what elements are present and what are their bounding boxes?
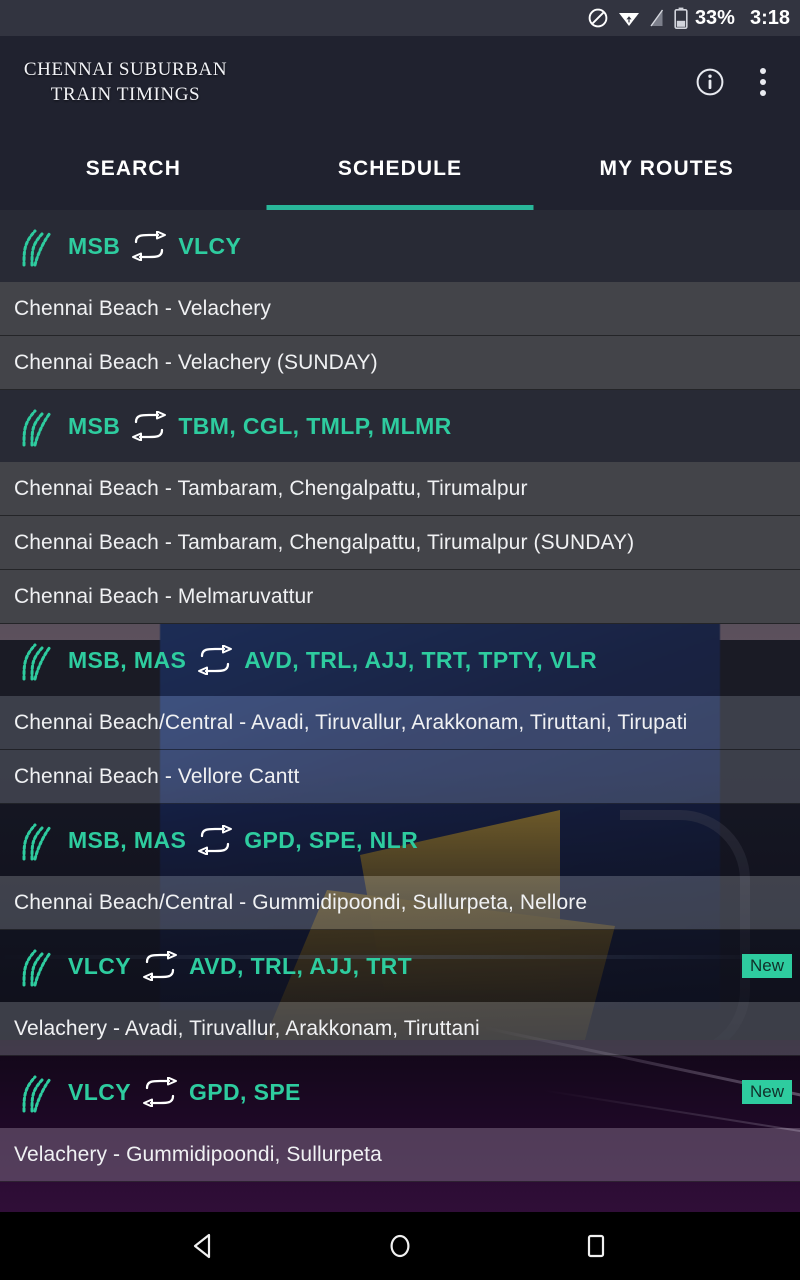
info-icon[interactable] [694, 66, 726, 98]
schedule-list: MSB VLCY Chennai Beach - Velachery Chenn… [0, 210, 800, 1182]
swap-direction-icon [140, 1076, 180, 1108]
app-title: CHENNAI SUBURBAN TRAIN TIMINGS [23, 59, 228, 105]
swap-direction-icon [129, 230, 169, 262]
status-bar-clock: 3:18 [749, 7, 790, 29]
railway-track-icon [16, 1071, 56, 1113]
route-row[interactable]: Velachery - Gummidipoondi, Sullurpeta [0, 1128, 800, 1182]
route-row[interactable]: Chennai Beach - Melmaruvattur [0, 570, 800, 624]
swap-direction-icon [195, 824, 235, 856]
signal-off-icon [649, 8, 665, 28]
railway-track-icon [16, 225, 56, 267]
app-bar-actions [694, 62, 800, 102]
android-navigation-bar [0, 1212, 800, 1280]
group-to: AVD, TRL, AJJ, TRT [188, 952, 413, 979]
status-badge: New [741, 954, 792, 978]
swap-direction-icon [140, 950, 180, 982]
group-header[interactable]: MSB, MAS AVD, TRL, AJJ, TRT, TPTY, VLR [0, 624, 800, 696]
group-to: GPD, SPE [188, 1078, 301, 1105]
group-from: MSB [68, 232, 121, 259]
wifi-icon [618, 8, 640, 28]
route-row[interactable]: Chennai Beach - Tambaram, Chengalpattu, … [0, 516, 800, 570]
group-header[interactable]: MSB, MAS GPD, SPE, NLR [0, 804, 800, 876]
route-row[interactable]: Chennai Beach/Central - Gummidipoondi, S… [0, 876, 800, 930]
dot [760, 68, 766, 74]
route-label: Chennai Beach - Velachery (SUNDAY) [14, 350, 378, 374]
more-options-icon[interactable] [752, 62, 774, 102]
dot [760, 79, 766, 85]
group-to: AVD, TRL, AJJ, TRT, TPTY, VLR [244, 646, 597, 673]
route-label: Chennai Beach - Vellore Cantt [14, 764, 300, 788]
group-header[interactable]: MSB VLCY [0, 210, 800, 282]
group-from: VLCY [68, 1078, 131, 1105]
group-from: MSB, MAS [68, 826, 187, 853]
back-triangle-icon[interactable] [176, 1218, 232, 1274]
route-row[interactable]: Chennai Beach - Vellore Cantt [0, 750, 800, 804]
tab-label: MY ROUTES [599, 157, 734, 180]
group-header[interactable]: VLCY AVD, TRL, AJJ, TRT New [0, 930, 800, 1002]
do-not-disturb-icon [587, 7, 609, 29]
swap-direction-icon [129, 410, 169, 442]
battery-icon [674, 7, 688, 29]
home-circle-icon[interactable] [372, 1218, 428, 1274]
group-to: VLCY [178, 232, 242, 259]
route-label: Velachery - Avadi, Tiruvallur, Arakkonam… [14, 1016, 480, 1040]
app-screen: 33% 3:18 CHENNAI SUBURBAN TRAIN TIMINGS … [0, 0, 800, 1280]
battery-percent: 33% [694, 7, 735, 29]
group-to: GPD, SPE, NLR [244, 826, 419, 853]
route-row[interactable]: Chennai Beach/Central - Avadi, Tiruvallu… [0, 696, 800, 750]
tab-label: SEARCH [85, 157, 181, 180]
route-row[interactable]: Velachery - Avadi, Tiruvallur, Arakkonam… [0, 1002, 800, 1056]
swap-direction-icon [195, 644, 235, 676]
route-row[interactable]: Chennai Beach - Velachery [0, 282, 800, 336]
status-badge: New [741, 1080, 792, 1104]
tab-schedule[interactable]: SCHEDULE [267, 128, 534, 210]
route-label: Chennai Beach/Central - Avadi, Tiruvallu… [14, 710, 688, 734]
status-bar: 33% 3:18 [0, 0, 800, 36]
group-from: MSB [68, 412, 121, 439]
railway-track-icon [16, 819, 56, 861]
route-row[interactable]: Chennai Beach - Velachery (SUNDAY) [0, 336, 800, 390]
route-label: Chennai Beach - Velachery [14, 296, 271, 320]
tab-search[interactable]: SEARCH [0, 128, 267, 210]
tab-label: SCHEDULE [337, 157, 463, 180]
recents-square-icon[interactable] [568, 1218, 624, 1274]
railway-track-icon [16, 639, 56, 681]
app-bar: CHENNAI SUBURBAN TRAIN TIMINGS [0, 36, 800, 128]
route-label: Velachery - Gummidipoondi, Sullurpeta [14, 1142, 382, 1166]
railway-track-icon [16, 405, 56, 447]
dot [760, 90, 766, 96]
tab-my-routes[interactable]: MY ROUTES [533, 128, 800, 210]
tab-bar: SEARCH SCHEDULE MY ROUTES [0, 128, 800, 210]
group-to: TBM, CGL, TMLP, MLMR [178, 412, 452, 439]
group-from: MSB, MAS [68, 646, 187, 673]
group-from: VLCY [68, 952, 131, 979]
route-label: Chennai Beach/Central - Gummidipoondi, S… [14, 890, 588, 914]
group-header[interactable]: VLCY GPD, SPE New [0, 1056, 800, 1128]
route-row[interactable]: Chennai Beach - Tambaram, Chengalpattu, … [0, 462, 800, 516]
railway-track-icon [16, 945, 56, 987]
route-label: Chennai Beach - Melmaruvattur [14, 584, 314, 608]
group-header[interactable]: MSB TBM, CGL, TMLP, MLMR [0, 390, 800, 462]
route-label: Chennai Beach - Tambaram, Chengalpattu, … [14, 530, 635, 554]
route-label: Chennai Beach - Tambaram, Chengalpattu, … [14, 476, 528, 500]
